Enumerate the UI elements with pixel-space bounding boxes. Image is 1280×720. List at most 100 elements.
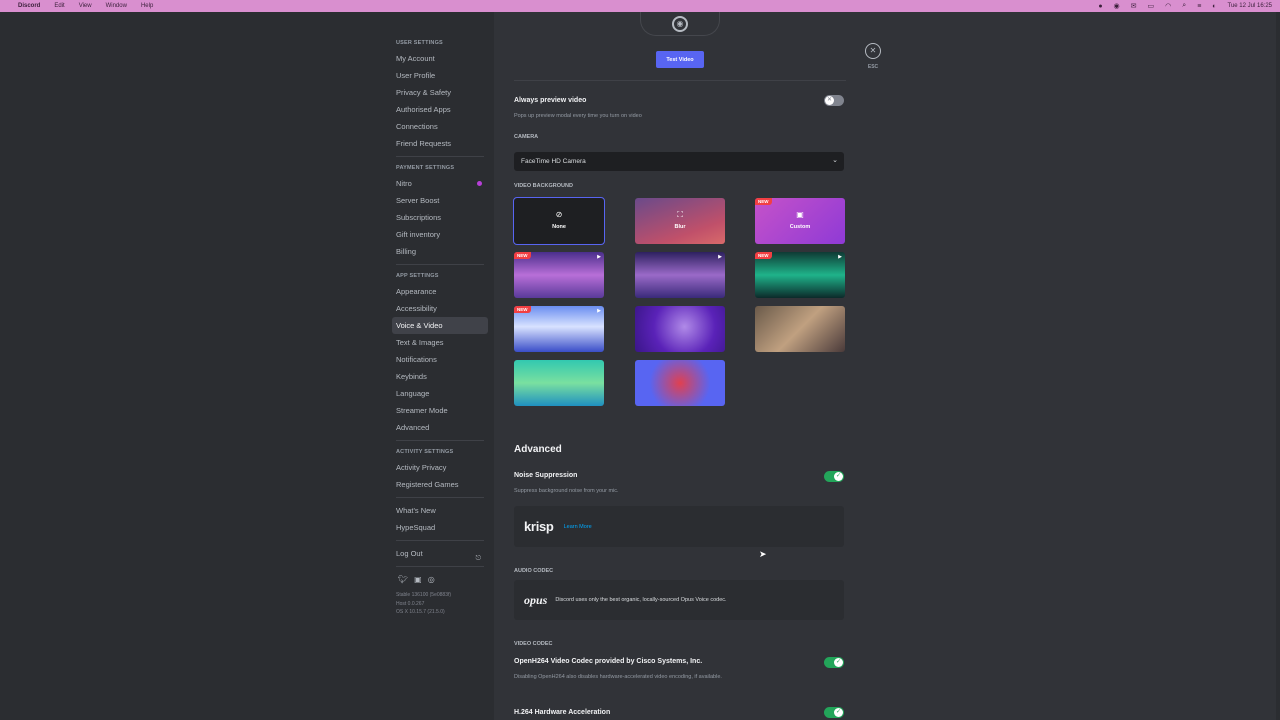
camera-select[interactable]: FaceTime HD Camera ⌄ xyxy=(514,152,844,171)
noise-suppression-toggle[interactable]: ✓ xyxy=(824,471,844,482)
play-icon: ▶ xyxy=(838,254,842,260)
instagram-icon[interactable]: ◎ xyxy=(428,575,435,584)
background-tile-image[interactable]: NEW ▶ xyxy=(514,306,604,352)
always-preview-desc: Pops up preview modal every time you tur… xyxy=(514,113,642,119)
sidebar-item-nitro[interactable]: Nitro xyxy=(392,175,488,192)
compass-icon[interactable]: ◉ xyxy=(1114,2,1120,10)
menu-window[interactable]: Window xyxy=(106,3,127,9)
sidebar-item-billing[interactable]: Billing xyxy=(392,243,488,260)
sidebar-item-label: Nitro xyxy=(396,179,412,188)
background-tile-none[interactable]: ⊘ None xyxy=(513,197,605,245)
sidebar-item-subscriptions[interactable]: Subscriptions xyxy=(392,209,488,226)
sidebar-item-text-images[interactable]: Text & Images xyxy=(392,334,488,351)
tile-label: Blur xyxy=(674,224,686,230)
openh264-desc: Disabling OpenH264 also disables hardwar… xyxy=(514,674,722,680)
learn-more-link[interactable]: Learn More xyxy=(564,524,592,530)
opus-description: Discord uses only the best organic, loca… xyxy=(555,597,727,603)
sidebar-item-notifications[interactable]: Notifications xyxy=(392,351,488,368)
chevron-down-icon: ⌄ xyxy=(832,157,838,164)
settings-sidebar: USER SETTINGS My Account User Profile Pr… xyxy=(392,36,488,617)
esc-label: ESC xyxy=(867,64,879,70)
camera-icon: ◉ xyxy=(672,15,688,32)
camera-preview-illustration: ◉ xyxy=(640,12,720,36)
logout-icon: ⎋ xyxy=(475,555,481,562)
new-badge: NEW xyxy=(514,252,531,259)
sidebar-item-friend-requests[interactable]: Friend Requests xyxy=(392,135,488,152)
battery-icon[interactable]: ▭ xyxy=(1148,2,1155,10)
sidebar-item-log-out[interactable]: Log Out ⎋ xyxy=(392,545,488,562)
version-line: Host 0.0.267 xyxy=(396,600,425,607)
video-codec-label: VIDEO CODEC xyxy=(514,641,553,647)
always-preview-toggle[interactable]: ✕ xyxy=(824,95,844,106)
divider xyxy=(396,566,484,567)
sidebar-item-authorised-apps[interactable]: Authorised Apps xyxy=(392,101,488,118)
sidebar-item-hypesquad[interactable]: HypeSquad xyxy=(392,519,488,536)
test-video-button[interactable]: Test Video xyxy=(656,51,704,68)
background-tile-image[interactable]: NEW ▶ xyxy=(755,252,845,298)
sidebar-item-language[interactable]: Language xyxy=(392,385,488,402)
sidebar-item-accessibility[interactable]: Accessibility xyxy=(392,300,488,317)
noise-suppression-desc: Suppress background noise from your mic. xyxy=(514,488,619,494)
scrollbar-track[interactable] xyxy=(1276,12,1280,720)
sidebar-item-streamer-mode[interactable]: Streamer Mode xyxy=(392,402,488,419)
version-line: OS X 10.15.7 (21.5.0) xyxy=(396,609,445,615)
app-settings-header: APP SETTINGS xyxy=(396,273,439,279)
background-tile-image[interactable] xyxy=(755,306,845,352)
record-icon[interactable]: ● xyxy=(1098,3,1102,10)
check-icon: ✓ xyxy=(834,658,843,667)
video-background-label: VIDEO BACKGROUND xyxy=(514,183,573,189)
menu-edit[interactable]: Edit xyxy=(54,3,64,9)
sidebar-item-whats-new[interactable]: What's New xyxy=(392,502,488,519)
play-icon: ▶ xyxy=(718,254,722,260)
background-tile-image[interactable]: ▶ xyxy=(635,252,725,298)
sidebar-item-server-boost[interactable]: Server Boost xyxy=(392,192,488,209)
close-settings-button[interactable]: ✕ xyxy=(865,43,881,59)
background-tile-image[interactable]: NEW ▶ xyxy=(514,252,604,298)
sidebar-item-label: Log Out xyxy=(396,549,423,558)
background-tile-image[interactable] xyxy=(635,306,725,352)
sidebar-item-my-account[interactable]: My Account xyxy=(392,50,488,67)
nitro-icon xyxy=(477,181,482,186)
background-tile-blur[interactable]: ⛶ Blur xyxy=(635,198,725,244)
menu-help[interactable]: Help xyxy=(141,3,153,9)
menu-app-discord[interactable]: Discord xyxy=(18,3,40,9)
sidebar-item-privacy-safety[interactable]: Privacy & Safety xyxy=(392,84,488,101)
sidebar-item-connections[interactable]: Connections xyxy=(392,118,488,135)
divider xyxy=(396,264,484,265)
twitter-icon[interactable]: 🐦︎ xyxy=(398,575,408,584)
facebook-icon[interactable]: ▣ xyxy=(414,575,422,584)
advanced-heading: Advanced xyxy=(514,444,562,455)
menu-view[interactable]: View xyxy=(79,3,92,9)
sidebar-item-keybinds[interactable]: Keybinds xyxy=(392,368,488,385)
activity-settings-header: ACTIVITY SETTINGS xyxy=(396,449,454,455)
macos-menubar: Discord Edit View Window Help ● ◉ ✉ ▭ ◠ … xyxy=(0,0,1280,12)
sidebar-item-advanced[interactable]: Advanced xyxy=(392,419,488,436)
wifi-icon[interactable]: ◠ xyxy=(1165,2,1171,10)
audio-codec-label: AUDIO CODEC xyxy=(514,568,554,574)
background-tile-image[interactable] xyxy=(514,360,604,406)
tile-label: Custom xyxy=(789,224,811,230)
background-tile-custom[interactable]: NEW ▣ Custom xyxy=(755,198,845,244)
status-area: ● ◉ ✉ ▭ ◠ ⌕ ≡ ◐ Tue 12 Jul 16:25 xyxy=(1098,2,1272,10)
background-tile-image[interactable] xyxy=(635,360,725,406)
sidebar-item-gift-inventory[interactable]: Gift inventory xyxy=(392,226,488,243)
sidebar-item-user-profile[interactable]: User Profile xyxy=(392,67,488,84)
mail-icon[interactable]: ✉ xyxy=(1131,2,1137,10)
openh264-toggle[interactable]: ✓ xyxy=(824,657,844,668)
tile-label: None xyxy=(552,224,566,230)
sidebar-item-appearance[interactable]: Appearance xyxy=(392,283,488,300)
h264-hw-accel-toggle[interactable]: ✓ xyxy=(824,707,844,718)
sidebar-item-activity-privacy[interactable]: Activity Privacy xyxy=(392,459,488,476)
sidebar-item-voice-video[interactable]: Voice & Video xyxy=(392,317,488,334)
blur-icon: ⛶ xyxy=(677,210,683,219)
spotlight-icon[interactable]: ⌕ xyxy=(1182,2,1186,10)
check-icon: ✓ xyxy=(834,472,843,481)
new-badge: NEW xyxy=(514,306,531,313)
control-center-icon[interactable]: ≡ xyxy=(1197,3,1201,10)
siri-icon[interactable]: ◐ xyxy=(1212,3,1216,10)
mouse-cursor-icon: ➤ xyxy=(759,549,767,559)
sidebar-item-registered-games[interactable]: Registered Games xyxy=(392,476,488,493)
version-info: Stable 136100 (5e0883f) Host 0.0.267 OS … xyxy=(392,591,488,617)
menubar-clock[interactable]: Tue 12 Jul 16:25 xyxy=(1228,3,1272,9)
new-badge: NEW xyxy=(755,198,772,205)
